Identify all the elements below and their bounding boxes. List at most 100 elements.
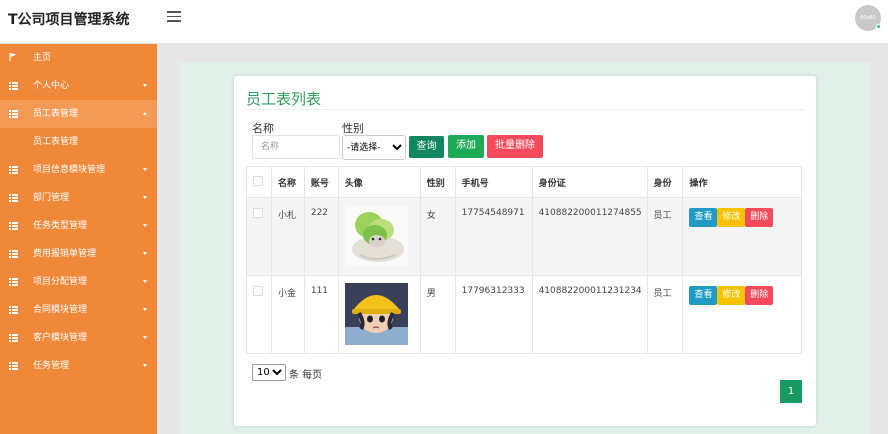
cell-sex: 男 <box>419 275 456 354</box>
table-header-row: 名称 账号 头像 性别 手机号 身份证 身份 操作 <box>246 166 802 198</box>
sidebar-item-label: 任务管理 <box>33 361 70 371</box>
sidebar-item-personal-center[interactable]: 个人中心 <box>0 72 157 100</box>
view-button[interactable]: 查看 <box>689 208 718 227</box>
sidebar-item-expense[interactable]: 费用报销单管理 <box>0 240 157 268</box>
cell-sex: 女 <box>419 197 456 276</box>
sidebar-item-contract[interactable]: 合同模块管理 <box>0 296 157 324</box>
table-row: 小札 222 女 17754548971 410882200011274855 … <box>246 197 802 276</box>
grid-icon <box>9 194 18 202</box>
sidebar-item-task-type[interactable]: 任务类型管理 <box>0 212 157 240</box>
delete-button[interactable]: 删除 <box>745 286 774 305</box>
cell-account: 111 <box>303 275 339 354</box>
column-header: 头像 <box>337 166 421 198</box>
grid-icon <box>9 362 18 370</box>
column-header: 性别 <box>419 166 456 198</box>
sidebar-item-label: 合同模块管理 <box>33 305 88 315</box>
column-header: 操作 <box>682 166 802 198</box>
sidebar-item-customer[interactable]: 客户模块管理 <box>0 324 157 352</box>
chevron-down-icon <box>143 224 147 227</box>
page-title: 员工表列表 <box>246 90 322 108</box>
edit-button[interactable]: 修改 <box>717 286 746 305</box>
select-all-checkbox[interactable] <box>253 175 263 186</box>
sidebar-item-label: 主页 <box>33 53 52 63</box>
chevron-down-icon <box>143 252 147 255</box>
avatar-image <box>344 283 408 345</box>
grid-icon <box>9 166 18 174</box>
grid-icon <box>9 250 18 258</box>
sidebar-item-label: 个人中心 <box>33 81 70 91</box>
employee-list-card: 员工表列表 名称 性别 -请选择- 查询 添加 批量删除 名称 账号 头像 性别… <box>234 76 816 426</box>
chevron-down-icon <box>143 336 147 339</box>
title-divider <box>246 109 804 110</box>
sidebar-item-task[interactable]: 任务管理 <box>0 352 157 380</box>
chevron-down-icon <box>143 280 147 283</box>
sidebar-item-label: 项目分配管理 <box>33 277 88 287</box>
add-button[interactable]: 添加 <box>448 135 484 158</box>
cell-actions: 查看 修改 删除 <box>682 197 802 276</box>
sidebar-item-project-info[interactable]: 项目信息模块管理 <box>0 156 157 184</box>
row-checkbox[interactable] <box>253 208 263 218</box>
grid-icon <box>9 110 18 118</box>
grid-icon <box>9 222 18 230</box>
sidebar-item-label: 员工表管理 <box>33 109 79 119</box>
name-label: 名称 <box>252 122 274 135</box>
cell-phone: 17754548971 <box>454 197 533 276</box>
page-button-current[interactable]: 1 <box>780 380 802 403</box>
online-status-dot <box>876 24 881 29</box>
sidebar-item-project-assignment[interactable]: 项目分配管理 <box>0 268 157 296</box>
employee-table: 名称 账号 头像 性别 手机号 身份证 身份 操作 小札 222 女 17754… <box>246 166 802 354</box>
top-bar: T公司项目管理系统 80x80 <box>0 0 888 44</box>
sidebar-item-employee-management[interactable]: 员工表管理 <box>0 100 157 128</box>
row-checkbox[interactable] <box>253 286 263 296</box>
avatar-image <box>344 205 408 267</box>
table-row: 小金 111 男 17796312333 410882200011231234 … <box>246 275 802 354</box>
sidebar-item-label: 任务类型管理 <box>33 221 88 231</box>
delete-button[interactable]: 删除 <box>745 208 774 227</box>
cell-id-card: 410882200011231234 <box>531 275 648 354</box>
cell-avatar <box>337 197 421 276</box>
name-search-input[interactable] <box>252 135 340 159</box>
chevron-down-icon <box>143 308 147 311</box>
column-header: 账号 <box>303 166 339 198</box>
search-button[interactable]: 查询 <box>409 136 444 158</box>
cell-phone: 17796312333 <box>454 275 533 354</box>
edit-button[interactable]: 修改 <box>717 208 746 227</box>
sidebar-item-label: 项目信息模块管理 <box>33 165 106 175</box>
cell-avatar <box>337 275 421 354</box>
column-header: 名称 <box>270 166 305 198</box>
cell-role: 员工 <box>646 197 684 276</box>
cell-id-card: 410882200011274855 <box>531 197 648 276</box>
sidebar-item-label: 员工表管理 <box>33 137 79 147</box>
cell-name: 小金 <box>270 275 305 354</box>
chevron-down-icon <box>143 168 147 171</box>
app-title: T公司项目管理系统 <box>8 12 130 28</box>
sex-label: 性别 <box>342 122 364 135</box>
sidebar-item-label: 客户模块管理 <box>33 333 88 343</box>
select-all-cell <box>246 166 272 198</box>
page-size-select[interactable]: 10 <box>252 364 286 381</box>
cell-actions: 查看 修改 删除 <box>682 275 802 354</box>
sidebar: 主页 个人中心 员工表管理 员工表管理 项目信息模块管理 部门管理 任务类型管理… <box>0 44 157 434</box>
sidebar-item-label: 费用报销单管理 <box>33 249 97 259</box>
batch-delete-button[interactable]: 批量删除 <box>487 135 543 158</box>
sidebar-item-department[interactable]: 部门管理 <box>0 184 157 212</box>
column-header: 手机号 <box>454 166 533 198</box>
chevron-up-icon <box>143 112 147 115</box>
view-button[interactable]: 查看 <box>689 286 718 305</box>
flag-icon <box>9 53 17 61</box>
menu-toggle-icon[interactable] <box>167 11 181 23</box>
sidebar-item-label: 部门管理 <box>33 193 70 203</box>
cell-name: 小札 <box>270 197 305 276</box>
sidebar-item-home[interactable]: 主页 <box>0 44 157 72</box>
column-header: 身份 <box>646 166 684 198</box>
per-page-label: 条 每页 <box>289 370 323 381</box>
sex-select[interactable]: -请选择- <box>342 135 406 160</box>
cell-role: 员工 <box>646 275 684 354</box>
grid-icon <box>9 306 18 314</box>
chevron-down-icon <box>143 84 147 87</box>
chevron-down-icon <box>143 196 147 199</box>
cell-account: 222 <box>303 197 339 276</box>
chevron-down-icon <box>143 364 147 367</box>
column-header: 身份证 <box>531 166 648 198</box>
sidebar-subitem-employee-management[interactable]: 员工表管理 <box>0 128 157 156</box>
